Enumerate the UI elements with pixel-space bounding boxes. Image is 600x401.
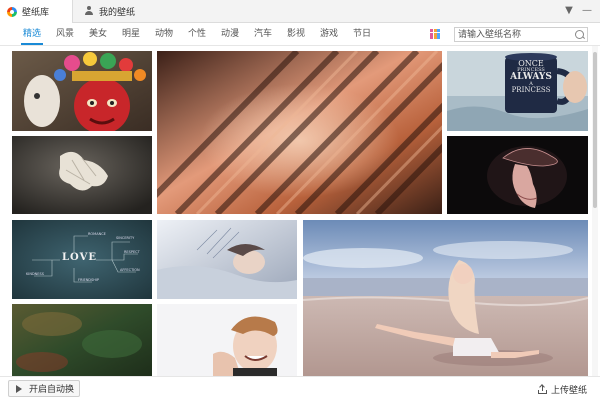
love-board-word: RESPECT — [124, 250, 140, 254]
category-scenery[interactable]: 风景 — [56, 23, 74, 45]
search-input[interactable] — [455, 28, 568, 41]
upload-icon — [538, 383, 547, 394]
wallpaper-library-icon — [7, 6, 17, 17]
upload-label: 上传壁纸 — [551, 385, 588, 396]
thumb-smiling-man[interactable] — [157, 304, 297, 376]
category-celebrity[interactable]: 明星 — [122, 23, 140, 45]
mug-text: ONCE PRINCESS ALWAYS A PRINCESS — [505, 60, 557, 94]
mug-line-5: PRINCESS — [511, 86, 551, 94]
green-forest-image — [12, 304, 152, 376]
love-board-word: FRIENDSHIP — [78, 278, 99, 282]
grid-view-icon[interactable] — [430, 29, 440, 39]
search-icon[interactable] — [575, 30, 584, 39]
title-bar: 壁纸库 我的壁纸 ▼ — — [0, 0, 600, 23]
tab-label: 我的壁纸 — [99, 7, 136, 18]
category-featured[interactable]: 精选 — [20, 23, 44, 45]
love-board-word: KINDNESS — [26, 272, 44, 276]
category-movies[interactable]: 影视 — [287, 23, 305, 45]
beach-girl-image — [303, 220, 588, 376]
category-holidays[interactable]: 节日 — [353, 23, 371, 45]
auto-switch-label: 开启自动换 — [29, 385, 75, 395]
thumb-woman-hat[interactable] — [447, 136, 588, 214]
thumb-green-forest[interactable] — [12, 304, 152, 376]
abstract-stripes-image — [157, 51, 442, 214]
love-board-word: SINCERITY — [116, 236, 135, 240]
category-anime[interactable]: 动漫 — [221, 23, 239, 45]
scrollbar-thumb[interactable] — [593, 52, 597, 208]
thumb-love-board[interactable]: LOVE SINCERITY ROMANCE RESPECT KINDNESS … — [12, 220, 152, 299]
sleeping-girl-image — [157, 220, 297, 299]
category-bar: 精选 风景 美女 明星 动物 个性 动漫 汽车 影视 游戏 节日 — [0, 23, 600, 46]
tab-my-wallpapers[interactable]: 我的壁纸 — [80, 0, 170, 22]
minimize-icon[interactable]: — — [580, 4, 594, 18]
menu-dropdown-icon[interactable]: ▼ — [562, 4, 576, 18]
play-icon — [16, 384, 22, 393]
paper-flower-image — [12, 136, 152, 214]
thumb-paper-flower[interactable] — [12, 136, 152, 214]
mask-doll-image — [12, 51, 152, 131]
category-cars[interactable]: 汽车 — [254, 23, 272, 45]
love-board-main-word: LOVE — [62, 252, 97, 263]
upload-wallpaper-button[interactable]: 上传壁纸 — [538, 381, 587, 397]
category-animals[interactable]: 动物 — [155, 23, 173, 45]
search-box[interactable] — [454, 27, 588, 42]
category-games[interactable]: 游戏 — [320, 23, 338, 45]
thumb-mask-doll[interactable] — [12, 51, 152, 131]
category-beauty[interactable]: 美女 — [89, 23, 107, 45]
category-personality[interactable]: 个性 — [188, 23, 206, 45]
thumb-mug[interactable]: ONCE PRINCESS ALWAYS A PRINCESS — [447, 51, 588, 131]
woman-hat-image — [447, 136, 588, 214]
love-board-word: ROMANCE — [88, 232, 106, 236]
thumb-sleeping-girl[interactable] — [157, 220, 297, 299]
bottom-bar: 开启自动换 上传壁纸 — [0, 376, 600, 401]
auto-switch-button[interactable]: 开启自动换 — [8, 380, 80, 397]
love-board-word: AFFECTION — [120, 268, 140, 272]
user-icon — [84, 6, 94, 16]
thumb-abstract-stripes[interactable] — [157, 51, 442, 214]
smiling-man-image — [157, 304, 297, 376]
tab-label: 壁纸库 — [22, 8, 50, 18]
thumb-beach-girl[interactable] — [303, 220, 588, 376]
tab-wallpaper-library[interactable]: 壁纸库 — [0, 0, 73, 23]
